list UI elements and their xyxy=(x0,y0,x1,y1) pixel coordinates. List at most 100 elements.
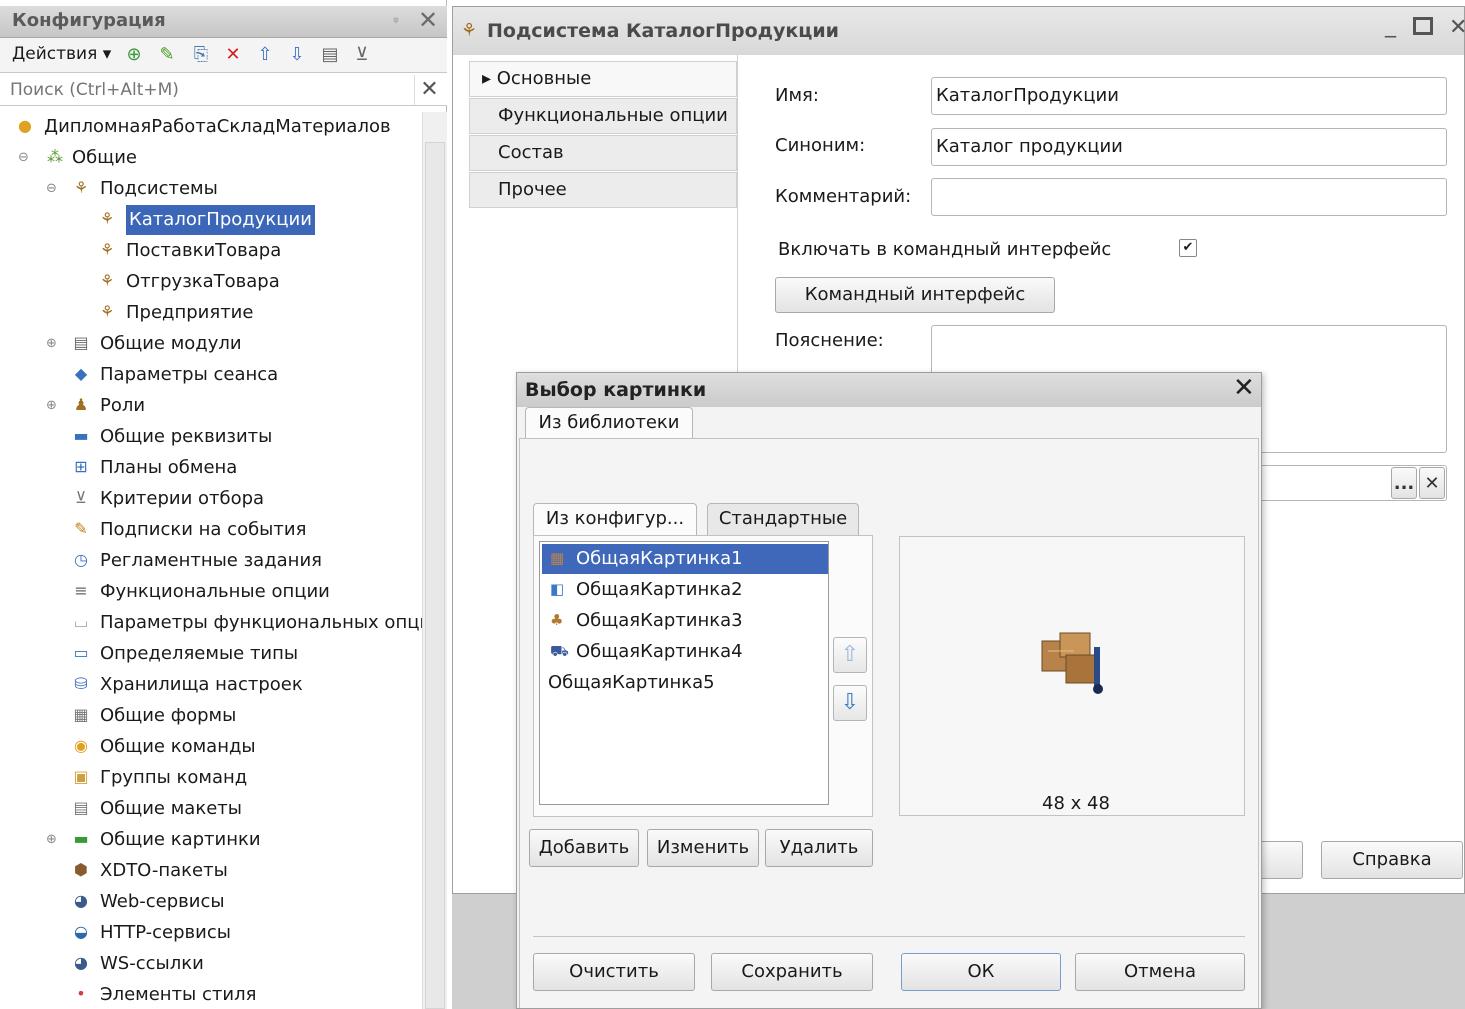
nav-tab-functional-options[interactable]: Функциональные опции xyxy=(469,98,737,134)
synonym-label: Синоним: xyxy=(775,135,866,156)
picture-list-item[interactable]: ♣ ОбщаяКартинка3 xyxy=(542,606,828,636)
expand-icon[interactable]: ⊕ xyxy=(46,329,60,359)
picture-select-button[interactable]: ... xyxy=(1391,467,1417,499)
tree-item[interactable]: ⊕ ♟ Роли xyxy=(0,391,422,421)
tree-item[interactable]: ⚘ ПоставкиТовара xyxy=(0,236,422,266)
tree-item[interactable]: ≡ Функциональные опции xyxy=(0,577,422,607)
help-button[interactable]: Справка xyxy=(1321,841,1463,879)
picture-preview: 48 x 48 xyxy=(899,536,1245,816)
picture-dialog-titlebar: Выбор картинки ✕ xyxy=(517,373,1261,407)
tree-item[interactable]: ⛁ Хранилища настроек xyxy=(0,670,422,700)
tree-item[interactable]: ⊖ ⁂ Общие xyxy=(0,143,422,173)
common-modules-icon: ▤ xyxy=(73,333,89,352)
move-up-icon[interactable]: ⇧ xyxy=(255,45,275,65)
collapse-icon[interactable]: ⊖ xyxy=(18,143,32,173)
tree-item[interactable]: ◆ Параметры сеанса xyxy=(0,360,422,390)
tree-item[interactable]: ⊖ ⚘ Подсистемы xyxy=(0,174,422,204)
window-close-icon[interactable]: ✕ xyxy=(1449,15,1465,40)
minimize-icon[interactable]: _ xyxy=(1385,13,1396,38)
comment-field[interactable] xyxy=(931,178,1447,216)
tab-from-library[interactable]: Из библиотеки xyxy=(525,407,693,439)
copy-icon[interactable]: ⎘ xyxy=(191,45,211,65)
move-down-icon[interactable]: ⇩ xyxy=(287,45,307,65)
filter-icon[interactable]: ⊻ xyxy=(352,45,372,65)
tree-item[interactable]: ⚘ ОтгрузкаТовара xyxy=(0,267,422,297)
close-icon[interactable]: ✕ xyxy=(418,6,438,34)
ok-button[interactable]: ОК xyxy=(901,953,1061,991)
tree-item[interactable]: ◒ HTTP-сервисы xyxy=(0,918,422,948)
tree-item[interactable]: ◕ Web-сервисы xyxy=(0,887,422,917)
edit-button[interactable]: Изменить xyxy=(647,829,759,867)
dialog-close-icon[interactable]: ✕ xyxy=(1233,373,1255,403)
tree-item[interactable]: ⊻ Критерии отбора xyxy=(0,484,422,514)
tree-item[interactable]: ▦ Общие формы xyxy=(0,701,422,731)
tree-item-label: Функциональные опции xyxy=(100,581,330,602)
defined-types-icon: ▭ xyxy=(73,643,89,662)
move-down-button[interactable]: ⇩ xyxy=(833,685,867,721)
tree-item[interactable]: ⬢ XDTO-пакеты xyxy=(0,856,422,886)
move-up-button[interactable]: ⇧ xyxy=(833,637,867,673)
configuration-panel-header: Конфигурация ᵩ ✕ xyxy=(0,6,447,38)
picture-list[interactable]: ▦ ОбщаяКартинка1 ◧ ОбщаяКартинка2 ♣ ОбщаяКарт… xyxy=(539,541,829,805)
delete-button[interactable]: Удалить xyxy=(765,829,873,867)
actions-menu[interactable]: Действия ▾ xyxy=(12,44,111,64)
subsystem-window-title: Подсистема КаталогПродукции xyxy=(487,20,839,42)
search-input[interactable] xyxy=(10,77,410,103)
tab-standard[interactable]: Стандартные xyxy=(707,503,859,535)
search-clear-icon[interactable]: ✕ xyxy=(414,75,444,105)
tree-item[interactable]: ⌴ Параметры функциональных опций xyxy=(0,608,422,638)
tree-item[interactable]: ✎ Подписки на события xyxy=(0,515,422,545)
expand-icon[interactable]: ⊕ xyxy=(46,391,60,421)
tree-item[interactable]: • Элементы стиля xyxy=(0,980,422,1009)
tree-item[interactable]: ▬ Общие реквизиты xyxy=(0,422,422,452)
save-button[interactable]: Сохранить xyxy=(711,953,873,991)
tree-item[interactable]: ▤ Общие макеты xyxy=(0,794,422,824)
command-interface-button[interactable]: Командный интерфейс xyxy=(775,277,1055,313)
expand-icon[interactable]: ⊕ xyxy=(46,825,60,855)
picture-list-item-label: ОбщаяКартинка2 xyxy=(576,579,743,600)
tree-item[interactable]: ⊕ ▬ Общие картинки xyxy=(0,825,422,855)
tree-item-label: Общие команды xyxy=(100,736,256,757)
nav-tab-content[interactable]: Состав xyxy=(469,135,737,171)
scrollbar-thumb[interactable] xyxy=(425,142,445,1009)
tree-item[interactable]: ▭ Определяемые типы xyxy=(0,639,422,669)
tree-item[interactable]: ● ДипломнаяРаботаСкладМатериалов xyxy=(0,112,422,142)
configuration-toolbar: Действия ▾ ⊕ ✎ ⎘ ✕ ⇧ ⇩ ▤ ⊻ xyxy=(0,38,447,72)
add-icon[interactable]: ⊕ xyxy=(124,45,144,65)
tree-item[interactable]: ⊕ ▤ Общие модули xyxy=(0,329,422,359)
name-field[interactable]: КаталогПродукции xyxy=(931,77,1447,115)
picture-list-item[interactable]: ⛟ ОбщаяКартинка4 xyxy=(542,637,828,667)
picture-clear-button[interactable]: ✕ xyxy=(1419,467,1445,499)
collapse-icon[interactable]: ⊖ xyxy=(46,174,60,204)
synonym-field[interactable]: Каталог продукции xyxy=(931,128,1447,166)
delete-icon[interactable]: ✕ xyxy=(223,45,243,65)
picture-list-item[interactable]: ОбщаяКартинка5 xyxy=(542,668,828,698)
picture-list-item[interactable]: ▦ ОбщаяКартинка1 xyxy=(542,544,828,574)
tree-item[interactable]: ⚘ КаталогПродукции xyxy=(0,205,422,235)
picture-list-item-label: ОбщаяКартинка5 xyxy=(548,672,715,693)
picture-field[interactable] xyxy=(1253,465,1447,501)
subsystem-icon: ⚘ xyxy=(99,209,115,228)
include-in-interface-checkbox[interactable]: ✔ xyxy=(1179,239,1197,257)
nav-tab-other[interactable]: Прочее xyxy=(469,172,737,208)
pin-icon[interactable]: ᵩ xyxy=(393,10,399,26)
nav-tab-main[interactable]: ▸ Основные xyxy=(469,61,737,97)
picture-list-item[interactable]: ◧ ОбщаяКартинка2 xyxy=(542,575,828,605)
sort-icon[interactable]: ▤ xyxy=(320,45,340,65)
tree-item[interactable]: ◉ Общие команды xyxy=(0,732,422,762)
add-button[interactable]: Добавить xyxy=(529,829,639,867)
maximize-icon[interactable] xyxy=(1413,17,1433,35)
tab-from-configuration[interactable]: Из конфигур... xyxy=(533,503,697,535)
tree-item[interactable]: ◷ Регламентные задания xyxy=(0,546,422,576)
tree-item[interactable]: ⚘ Предприятие xyxy=(0,298,422,328)
cancel-button[interactable]: Отмена xyxy=(1075,953,1245,991)
functional-options-icon: ≡ xyxy=(74,581,88,600)
tree-item[interactable]: ◕ WS-ссылки xyxy=(0,949,422,979)
clear-button[interactable]: Очистить xyxy=(533,953,695,991)
tree-item[interactable]: ⊞ Планы обмена xyxy=(0,453,422,483)
tree-item-label: Элементы стиля xyxy=(100,984,257,1005)
tree-item-label: Определяемые типы xyxy=(100,643,299,664)
tree-scrollbar[interactable] xyxy=(422,112,447,1009)
tree-item[interactable]: ▣ Группы команд xyxy=(0,763,422,793)
edit-icon[interactable]: ✎ xyxy=(157,45,177,65)
